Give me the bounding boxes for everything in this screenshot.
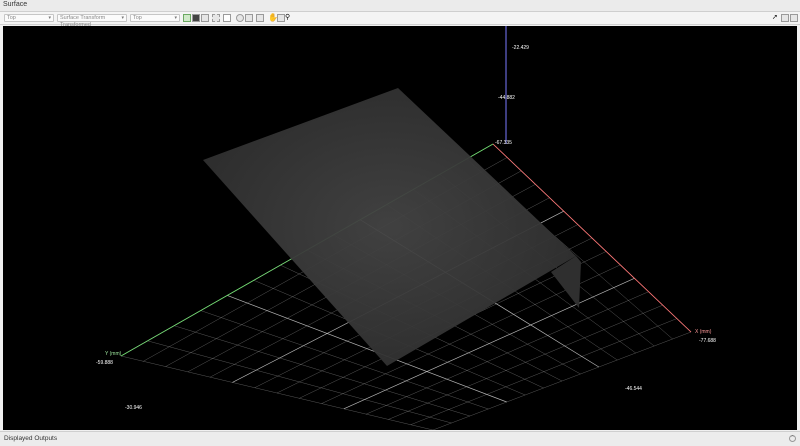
- window-title: Surface: [3, 1, 28, 8]
- surface-plot: -22.429 -44.882 -67.335 Y (mm) -59.888 -…: [96, 26, 716, 430]
- x-axis-label: X (mm): [695, 329, 712, 335]
- expand-icon[interactable]: ⌃: [789, 435, 796, 442]
- zoom-box-icon[interactable]: [277, 14, 285, 22]
- source-select-value: Top: [7, 15, 16, 21]
- y-tick-2: -30.946: [125, 405, 142, 411]
- view-select-value: Top: [133, 15, 142, 21]
- source-select[interactable]: Top ▾: [4, 14, 54, 22]
- rotate-icon[interactable]: [256, 14, 264, 22]
- 3d-viewport[interactable]: -22.429 -44.882 -67.335 Y (mm) -59.888 -…: [3, 26, 797, 430]
- y-tick-1: -59.888: [96, 360, 113, 366]
- pan-hand-icon[interactable]: ✋: [268, 14, 278, 22]
- layout-icon[interactable]: [201, 14, 209, 22]
- snapshot-icon[interactable]: [236, 14, 244, 22]
- chevron-down-icon: ▾: [174, 15, 177, 21]
- layers-icon[interactable]: [781, 14, 789, 22]
- z-tick-3: -67.335: [495, 140, 512, 146]
- z-tick-1: -22.429: [512, 45, 529, 51]
- x-tick-1: -77.688: [699, 338, 716, 344]
- displayed-outputs-title: Displayed Outputs: [4, 435, 58, 442]
- search-icon[interactable]: ⚲: [285, 14, 293, 22]
- view-select[interactable]: Top ▾: [130, 14, 180, 22]
- title-bar: Surface: [0, 0, 800, 12]
- shaded-view-icon[interactable]: [192, 14, 200, 22]
- grid-view-icon[interactable]: [183, 14, 191, 22]
- window-icon[interactable]: [223, 14, 231, 22]
- y-axis-label: Y (mm): [105, 351, 122, 357]
- data-select[interactable]: Surface Transform Transformed ▾: [57, 14, 127, 28]
- x-tick-2: -46.544: [625, 386, 642, 392]
- export-icon[interactable]: [790, 14, 798, 22]
- chevron-down-icon: ▾: [121, 15, 124, 21]
- surface-mesh: [203, 88, 576, 366]
- surface-window: Surface Top ▾ Surface Transform Transfor…: [0, 0, 800, 446]
- chevron-down-icon: ▾: [48, 15, 51, 21]
- displayed-outputs-bar: Displayed Outputs ⌃: [0, 431, 800, 446]
- arrow-pointer-icon[interactable]: ➚: [772, 14, 780, 22]
- z-tick-2: -44.882: [498, 95, 515, 101]
- toolbar: Top ▾ Surface Transform Transformed ▾ To…: [0, 12, 800, 28]
- grid-line: [120, 355, 434, 430]
- camera-icon[interactable]: [245, 14, 253, 22]
- fit-view-icon[interactable]: [212, 14, 220, 22]
